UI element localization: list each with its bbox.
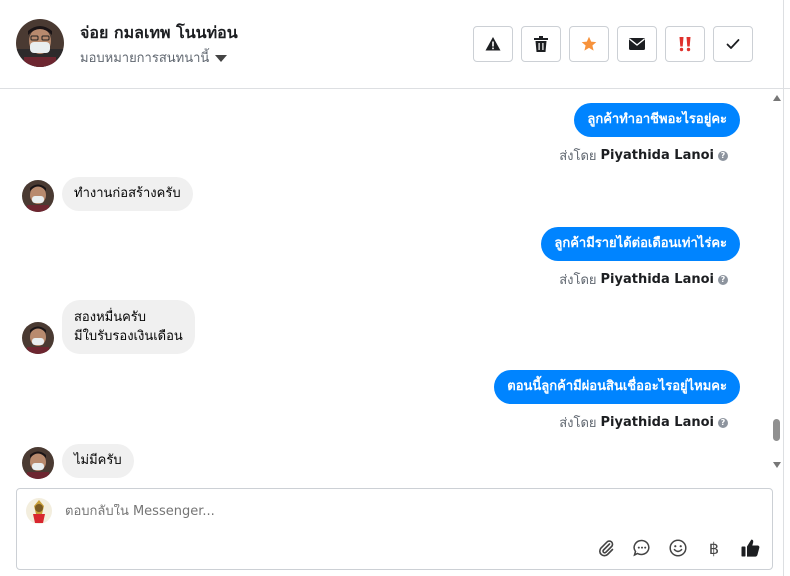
payment-button[interactable]: ฿ [703,537,725,559]
reply-input[interactable] [65,504,665,519]
panel-divider [783,0,784,576]
thumbs-up-icon [741,539,759,557]
mark-unread-button[interactable] [617,26,657,62]
saved-replies-button[interactable] [631,537,653,559]
mark-done-button[interactable] [713,26,753,62]
star-button[interactable] [569,26,609,62]
incoming-message[interactable]: ทำงานก่อสร้างครับ [62,177,193,211]
assign-label: มอบหมายการสนทนานี้ [80,51,210,66]
outgoing-message[interactable]: ตอนนี้ลูกค้ามีผ่อนสินเชื่ออะไรอยู่ไหมคะ [494,370,740,404]
sent-by-label: ส่งโดย Piyathida Lanoi ? [559,145,728,166]
important-icon [679,37,691,52]
help-icon[interactable]: ? [718,274,728,285]
outgoing-message[interactable]: ลูกค้าทำอาชีพอะไรอยู่คะ [574,103,740,137]
alert-icon [485,37,501,51]
scroll-down-arrow-icon[interactable] [773,462,781,468]
sender-avatar [22,322,54,354]
contact-avatar[interactable] [16,19,64,67]
conversation-header: จ่อย กมลเทพ โนนท่อน มอบหมายการสนทนานี้ [0,0,790,89]
trash-icon [534,36,548,52]
check-icon [726,39,740,49]
smiley-icon [669,539,687,557]
star-icon [581,36,597,51]
important-button[interactable] [665,26,705,62]
message-thread[interactable]: ลูกค้าทำอาชีพอะไรอยู่คะ ส่งโดย Piyathida… [0,90,770,483]
baht-icon: ฿ [708,538,720,558]
attach-button[interactable] [595,537,617,559]
message-line: มีใบรับรองเงินเดือน [74,329,183,344]
sent-by-label: ส่งโดย Piyathida Lanoi ? [559,412,728,433]
paperclip-icon [598,540,614,557]
delete-button[interactable] [521,26,561,62]
sender-avatar [22,447,54,479]
sent-by-label: ส่งโดย Piyathida Lanoi ? [559,269,728,290]
chat-scrollbar[interactable] [770,90,783,483]
reply-composer: ฿ [16,488,773,570]
sender-avatar [22,180,54,212]
incoming-message[interactable]: สองหมื่นครับ มีใบรับรองเงินเดือน [62,300,195,354]
help-icon[interactable]: ? [718,150,728,161]
like-button[interactable] [739,537,761,559]
scrollbar-thumb[interactable] [773,419,780,441]
report-button[interactable] [473,26,513,62]
assign-conversation-dropdown[interactable]: มอบหมายการสนทนานี้ [80,47,228,68]
emoji-button[interactable] [667,537,689,559]
message-line: สองหมื่นครับ [74,310,147,325]
help-icon[interactable]: ? [718,417,728,428]
chat-bubble-icon [633,539,650,557]
envelope-icon [629,38,645,50]
incoming-message[interactable]: ไม่มีครับ [62,444,134,478]
page-avatar [25,497,53,525]
scroll-up-arrow-icon[interactable] [773,95,781,101]
outgoing-message[interactable]: ลูกค้ามีรายได้ต่อเดือนเท่าไร่คะ [541,227,740,261]
caret-down-icon [215,54,228,62]
contact-name[interactable]: จ่อย กมลเทพ โนนท่อน [80,21,238,46]
